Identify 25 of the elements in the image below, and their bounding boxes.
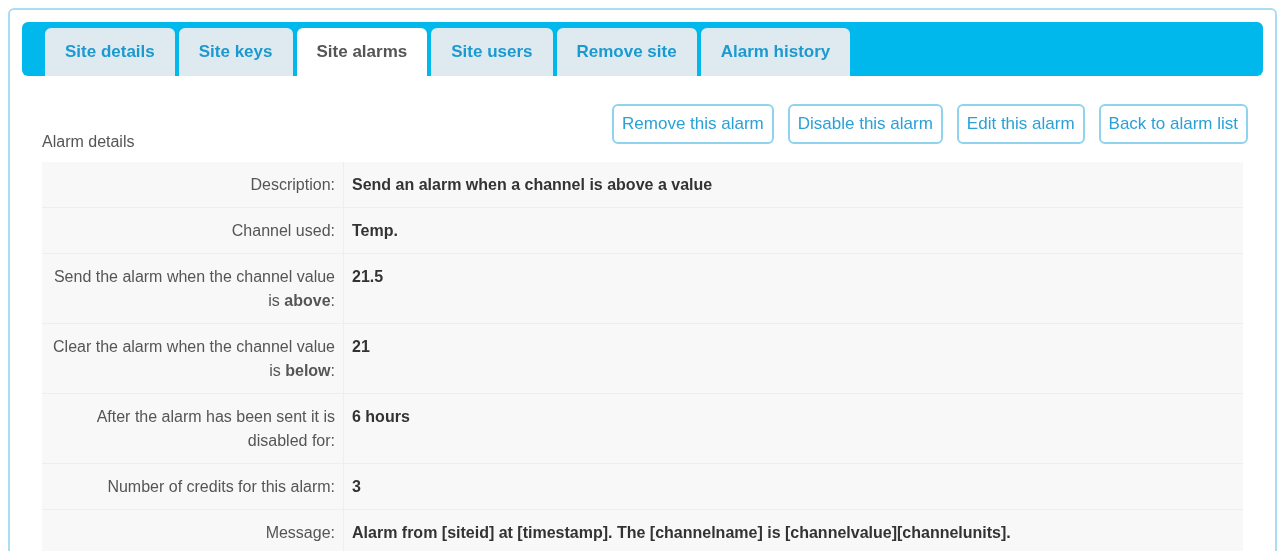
field-value: 21.5 — [352, 268, 384, 285]
field-label: Channel used: — [231, 222, 335, 239]
tab[interactable]: Site keys — [178, 28, 293, 76]
tab[interactable]: Alarm history — [700, 28, 851, 76]
field-label: Message: — [265, 524, 335, 541]
field-value: Send an alarm when a channel is above a value — [352, 176, 713, 193]
field-value: 21 — [352, 338, 370, 355]
tab[interactable]: Site details — [45, 28, 175, 76]
tab[interactable]: Site users — [431, 28, 553, 76]
field-value: 3 — [352, 478, 361, 495]
field-label: After the alarm has been sent it is disabled for: — [96, 408, 335, 449]
field-value: Temp. — [352, 222, 398, 239]
field-label: Clear the alarm when the channel value is below: — [53, 338, 335, 379]
field-label: Send the alarm when the channel value is above: — [53, 268, 335, 309]
action-button[interactable]: Back to alarm list — [1098, 104, 1248, 144]
field-value: Alarm from [siteid] at [timestamp]. The [channelname] is [channelvalue][channelunits]. — [352, 524, 1011, 541]
action-button[interactable]: Disable this alarm — [787, 104, 943, 144]
field-label: Number of credits for this alarm: — [107, 478, 335, 495]
field-label: Description: — [250, 176, 335, 193]
field-value: 6 hours — [352, 408, 410, 425]
tab[interactable]: Remove site — [556, 28, 697, 76]
action-button[interactable]: Remove this alarm — [612, 104, 774, 144]
tab[interactable]: Site alarms — [296, 28, 428, 76]
section-title: Alarm details — [42, 132, 135, 152]
action-button[interactable]: Edit this alarm — [956, 104, 1085, 144]
